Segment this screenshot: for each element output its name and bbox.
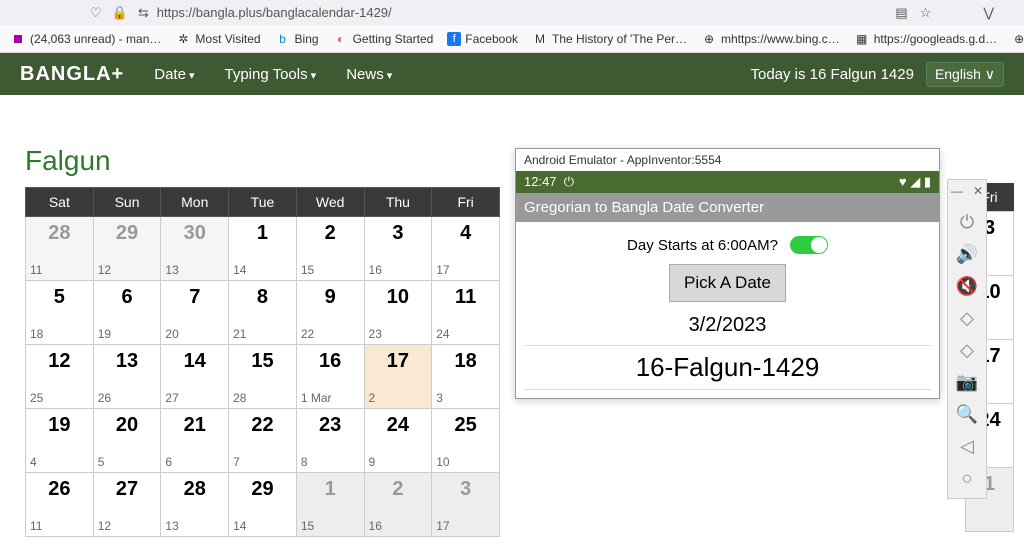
volume-down-icon[interactable]: 🔇 <box>949 270 985 302</box>
today-label: Today is 16 Falgun 1429 <box>750 66 913 83</box>
day-header: Sun <box>93 188 161 217</box>
bookmark-item[interactable]: ✲Most Visited <box>175 31 260 47</box>
pick-date-button[interactable]: Pick A Date <box>669 264 786 302</box>
calendar-cell[interactable]: 1124 <box>432 281 500 345</box>
gregorian-date: 3/2/2023 <box>524 314 931 337</box>
camera-icon[interactable]: 📷 <box>949 366 985 398</box>
bookmark-item[interactable]: MThe History of 'The Per… <box>532 31 687 47</box>
status-bar: 12:47 ⏻ ♥ ◢ ▮ <box>516 171 939 193</box>
bookmark-item[interactable]: ⊕/C:/apps/draw_dft-ma… <box>1011 31 1024 47</box>
bookmark-item[interactable]: ◐Getting Started <box>333 31 434 47</box>
calendar-cell[interactable]: 183 <box>432 345 500 409</box>
zoom-icon[interactable]: 🔍 <box>949 398 985 430</box>
bookmark-item[interactable]: ⊕mhttps://www.bing.c… <box>701 31 840 47</box>
nav-date[interactable]: Date <box>154 66 194 83</box>
calendar-cell[interactable]: 205 <box>93 409 161 473</box>
calendar-cell[interactable]: 161 Mar <box>296 345 364 409</box>
calendar-cell[interactable]: 2912 <box>93 217 161 281</box>
calendar-cell[interactable]: 2813 <box>161 473 229 537</box>
calendar-cell[interactable]: 2914 <box>229 473 297 537</box>
calendar-cell[interactable]: 2811 <box>26 217 94 281</box>
calendar-cell[interactable]: 316 <box>364 217 432 281</box>
day-header: Mon <box>161 188 229 217</box>
calendar-cell[interactable]: 249 <box>364 409 432 473</box>
toggle-icon: ⇆ <box>138 5 149 21</box>
home-icon[interactable]: ○ <box>949 462 985 494</box>
calendar-cell[interactable]: 1326 <box>93 345 161 409</box>
main-navbar: BANGLA+ Date Typing Tools News Today is … <box>0 53 1024 95</box>
brand-logo[interactable]: BANGLA+ <box>20 63 124 86</box>
pocket-icon[interactable]: ⋁ <box>983 5 994 21</box>
close-icon[interactable]: ✕ <box>973 184 983 198</box>
calendar-cell[interactable]: 114 <box>229 217 297 281</box>
calendar-cell[interactable]: 2510 <box>432 409 500 473</box>
bookmark-item[interactable]: ▦https://googleads.g.d… <box>854 31 997 47</box>
calendar-cell[interactable]: 417 <box>432 217 500 281</box>
calendar-cell[interactable]: 518 <box>26 281 94 345</box>
calendar-cell[interactable]: 194 <box>26 409 94 473</box>
rotate-left-icon[interactable]: ◇ <box>949 302 985 334</box>
calendar-cell[interactable]: 238 <box>296 409 364 473</box>
calendar-cell[interactable]: 3013 <box>161 217 229 281</box>
volume-up-icon[interactable]: 🔊 <box>949 238 985 270</box>
power-icon[interactable]: ⏻ <box>949 206 985 238</box>
calendar-cell[interactable]: 1427 <box>161 345 229 409</box>
day-header: Tue <box>229 188 297 217</box>
calendar-cell[interactable]: 1225 <box>26 345 94 409</box>
calendar-cell[interactable]: 619 <box>93 281 161 345</box>
nav-news[interactable]: News <box>346 66 392 83</box>
calendar-table: SatSunMonTueWedThuFri 281129123013114215… <box>25 187 500 537</box>
calendar-cell[interactable]: 2611 <box>26 473 94 537</box>
calendar-cell[interactable]: 1528 <box>229 345 297 409</box>
back-icon[interactable]: ◁ <box>949 430 985 462</box>
minimize-icon[interactable]: — <box>951 184 963 198</box>
calendar-cell[interactable]: 922 <box>296 281 364 345</box>
calendar-cell[interactable]: 720 <box>161 281 229 345</box>
calendar-cell[interactable]: 227 <box>229 409 297 473</box>
emulator-toolbar: — ✕ ⏻ 🔊 🔇 ◇ ◇ 📷 🔍 ◁ ○ <box>947 179 987 499</box>
shield-icon: ♡ <box>90 5 102 21</box>
url-text[interactable]: https://bangla.plus/banglacalendar-1429/ <box>157 5 888 20</box>
language-select[interactable]: English ∨ <box>926 62 1004 87</box>
day-header: Sat <box>26 188 94 217</box>
rotate-right-icon[interactable]: ◇ <box>949 334 985 366</box>
calendar-cell[interactable]: 216 <box>364 473 432 537</box>
calendar-cell[interactable]: 172 <box>364 345 432 409</box>
bookmark-item[interactable]: bBing <box>275 31 319 47</box>
calendar-cell[interactable]: 821 <box>229 281 297 345</box>
calendar-cell[interactable]: 1023 <box>364 281 432 345</box>
calendar-cell[interactable]: 2712 <box>93 473 161 537</box>
star-icon[interactable]: ☆ <box>920 5 932 21</box>
day-starts-toggle[interactable] <box>790 236 828 254</box>
bangla-date: 16-Falgun-1429 <box>524 345 931 390</box>
emulator-title: Android Emulator - AppInventor:5554 <box>516 149 939 171</box>
android-emulator: Android Emulator - AppInventor:5554 12:4… <box>515 148 940 399</box>
day-header: Fri <box>432 188 500 217</box>
reader-icon[interactable]: ▤ <box>895 5 907 21</box>
status-icons: ♥ ◢ ▮ <box>899 174 931 190</box>
bookmarks-bar: (24,063 unread) - man… ✲Most Visited bBi… <box>0 25 1024 53</box>
day-header: Thu <box>364 188 432 217</box>
calendar-cell[interactable]: 317 <box>432 473 500 537</box>
calendar-cell[interactable]: 115 <box>296 473 364 537</box>
url-bar: ♡ 🔒 ⇆ https://bangla.plus/banglacalendar… <box>0 0 1024 25</box>
bookmark-item[interactable]: fFacebook <box>447 32 518 46</box>
app-header: Gregorian to Bangla Date Converter <box>516 193 939 222</box>
bookmark-item[interactable]: (24,063 unread) - man… <box>10 31 161 47</box>
day-starts-label: Day Starts at 6:00AM? <box>627 237 778 254</box>
day-header: Wed <box>296 188 364 217</box>
nav-typing-tools[interactable]: Typing Tools <box>225 66 317 83</box>
lock-icon: 🔒 <box>112 5 128 21</box>
calendar-cell[interactable]: 216 <box>161 409 229 473</box>
calendar-cell[interactable]: 215 <box>296 217 364 281</box>
